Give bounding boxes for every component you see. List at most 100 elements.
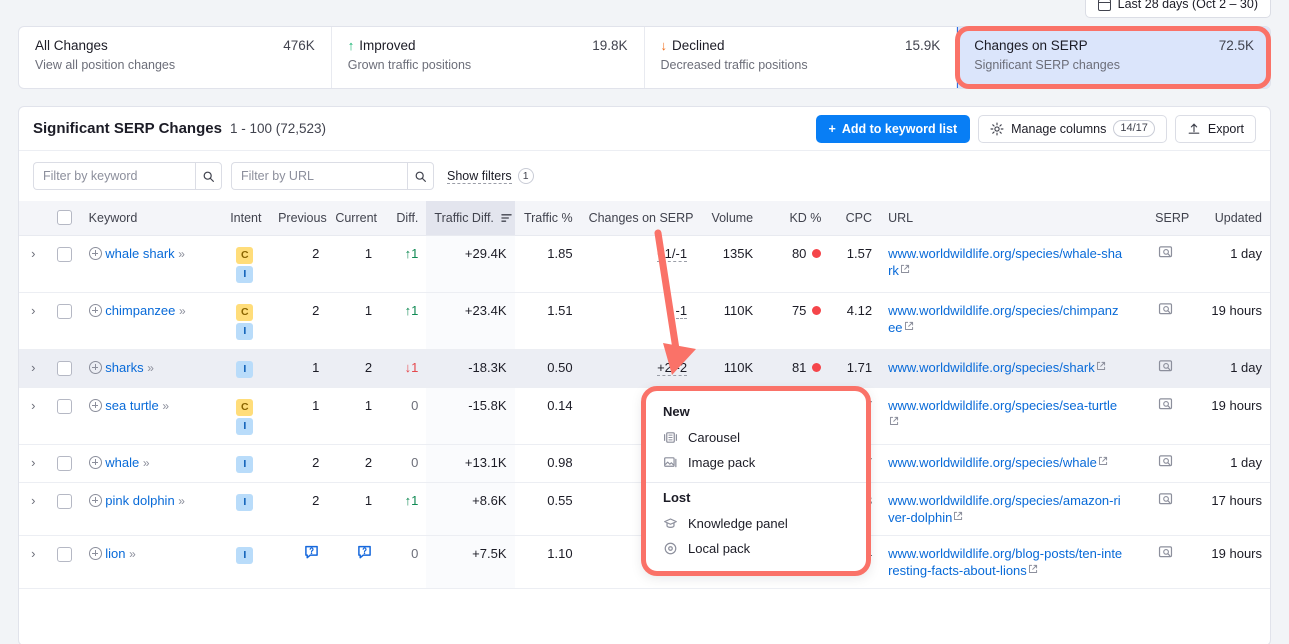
add-keyword-icon[interactable] [88,303,102,317]
keyword-overview-icon[interactable]: » [178,494,185,508]
external-link-icon[interactable] [903,320,915,332]
cell-select[interactable] [47,387,81,445]
add-keyword-icon[interactable] [88,398,102,412]
keyword-overview-icon[interactable]: » [143,456,150,470]
changes-on-serp-value[interactable]: +2/-2 [657,359,688,376]
popup-item-local-pack[interactable]: Local pack [645,536,867,561]
external-link-icon[interactable] [899,263,911,275]
cell-serp[interactable] [1133,349,1198,388]
th-updated[interactable]: Updated [1197,201,1270,236]
table-row[interactable]: › chimpanzee » CI 2 1 ↑1 +23.4K 1.51 -1 110K 75 4.… [19,292,1270,350]
cell-select[interactable] [47,444,81,483]
add-keyword-icon[interactable] [88,360,102,374]
url-link[interactable]: www.worldwildlife.org/species/whale-shar… [888,246,1122,278]
intent-badge-i[interactable]: I [236,360,254,378]
row-checkbox[interactable] [56,493,72,509]
chevron-right-icon[interactable]: › [31,493,35,508]
cell-serp[interactable] [1133,444,1198,483]
cell-select[interactable] [47,235,81,293]
keyword-link[interactable]: sea turtle [105,398,158,413]
row-checkbox[interactable] [56,455,72,471]
chevron-right-icon[interactable]: › [31,303,35,318]
th-current[interactable]: Current [327,201,381,236]
add-keyword-icon[interactable] [88,546,102,560]
intent-badge-i[interactable]: I [236,546,254,564]
external-link-icon[interactable] [1095,360,1107,372]
url-link[interactable]: www.worldwildlife.org/species/chimpanzee [888,303,1118,335]
keyword-overview-icon[interactable]: » [178,247,185,261]
search-button-keyword[interactable] [195,162,222,190]
th-serp[interactable]: SERP [1133,201,1198,236]
add-keyword-icon[interactable] [88,455,102,469]
row-checkbox[interactable] [56,246,72,262]
cell-serp[interactable] [1133,482,1198,536]
serp-preview-icon[interactable] [1158,454,1173,468]
serp-preview-icon[interactable] [1158,492,1173,506]
keyword-overview-icon[interactable]: » [147,361,154,375]
popup-item-carousel[interactable]: Carousel [645,425,867,450]
keyword-link[interactable]: lion [105,546,125,561]
serp-preview-icon[interactable] [1158,359,1173,373]
th-traffic-pct[interactable]: Traffic % [514,201,581,236]
th-changes-on-serp[interactable]: Changes on SERP [580,201,696,236]
th-url[interactable]: URL [880,201,1134,236]
serp-preview-icon[interactable] [1158,397,1173,411]
th-diff[interactable]: Diff. [380,201,427,236]
add-keyword-icon[interactable] [88,246,102,260]
chevron-right-icon[interactable]: › [31,455,35,470]
chevron-right-icon[interactable]: › [31,398,35,413]
export-button[interactable]: Export [1174,114,1256,143]
cell-expand[interactable]: › [19,387,48,445]
keyword-overview-icon[interactable]: » [179,304,186,318]
chevron-right-icon[interactable]: › [31,546,35,561]
cell-expand[interactable]: › [19,292,48,350]
row-checkbox[interactable] [56,303,72,319]
search-input-keyword[interactable] [33,162,195,190]
th-keyword[interactable]: Keyword [80,201,222,236]
external-link-icon[interactable] [1027,563,1039,575]
keyword-overview-icon[interactable]: » [162,399,169,413]
th-intent[interactable]: Intent [221,201,271,236]
serp-preview-icon[interactable] [1158,245,1173,259]
cell-expand[interactable]: › [19,482,48,536]
th-kd[interactable]: KD % [761,201,830,236]
th-volume[interactable]: Volume [695,201,762,236]
intent-badge-i[interactable]: I [236,322,254,340]
external-link-icon[interactable] [952,510,964,522]
cell-expand[interactable]: › [19,444,48,483]
cell-serp[interactable] [1133,292,1198,350]
add-keyword-icon[interactable] [88,493,102,507]
cell-select[interactable] [47,292,81,350]
card-changes-on-serp[interactable]: Changes on SERP 72.5K Significant SERP c… [957,27,1270,88]
intent-badge-i[interactable]: I [236,493,254,511]
popup-item-image-pack[interactable]: Image pack [645,450,867,475]
row-checkbox[interactable] [56,398,72,414]
show-filters-toggle[interactable]: Show filters 1 [447,168,534,184]
intent-badge-i[interactable]: I [236,265,254,283]
card-improved[interactable]: ↑ Improved 19.8K Grown traffic positions [332,27,645,88]
keyword-link[interactable]: whale shark [105,246,174,261]
changes-on-serp-value[interactable]: +1/-1 [657,245,688,262]
th-traffic-diff[interactable]: Traffic Diff. [426,201,515,236]
keyword-overview-icon[interactable]: » [129,547,136,561]
intent-badge-c[interactable]: C [236,398,254,416]
chevron-right-icon[interactable]: › [31,360,35,375]
table-row[interactable]: › whale shark » CI 2 1 ↑1 +29.4K 1.85 +1/-1 135K… [19,235,1270,293]
url-link[interactable]: www.worldwildlife.org/species/whale [888,455,1097,470]
chevron-right-icon[interactable]: › [31,246,35,261]
search-button-url[interactable] [407,162,434,190]
keyword-link[interactable]: sharks [105,360,143,375]
external-link-icon[interactable] [1097,455,1109,467]
card-all-changes[interactable]: All Changes 476K View all position chang… [19,27,332,88]
select-all-checkbox[interactable] [56,210,72,226]
serp-preview-icon[interactable] [1158,302,1173,316]
manage-columns-button[interactable]: Manage columns 14/17 [978,114,1167,143]
cell-select[interactable] [47,535,81,589]
keyword-link[interactable]: whale [105,455,139,470]
row-checkbox[interactable] [56,360,72,376]
cell-serp[interactable] [1133,387,1198,445]
cell-expand[interactable]: › [19,535,48,589]
row-checkbox[interactable] [56,546,72,562]
popup-item-knowledge-panel[interactable]: Knowledge panel [645,511,867,536]
intent-badge-i[interactable]: I [236,417,254,435]
